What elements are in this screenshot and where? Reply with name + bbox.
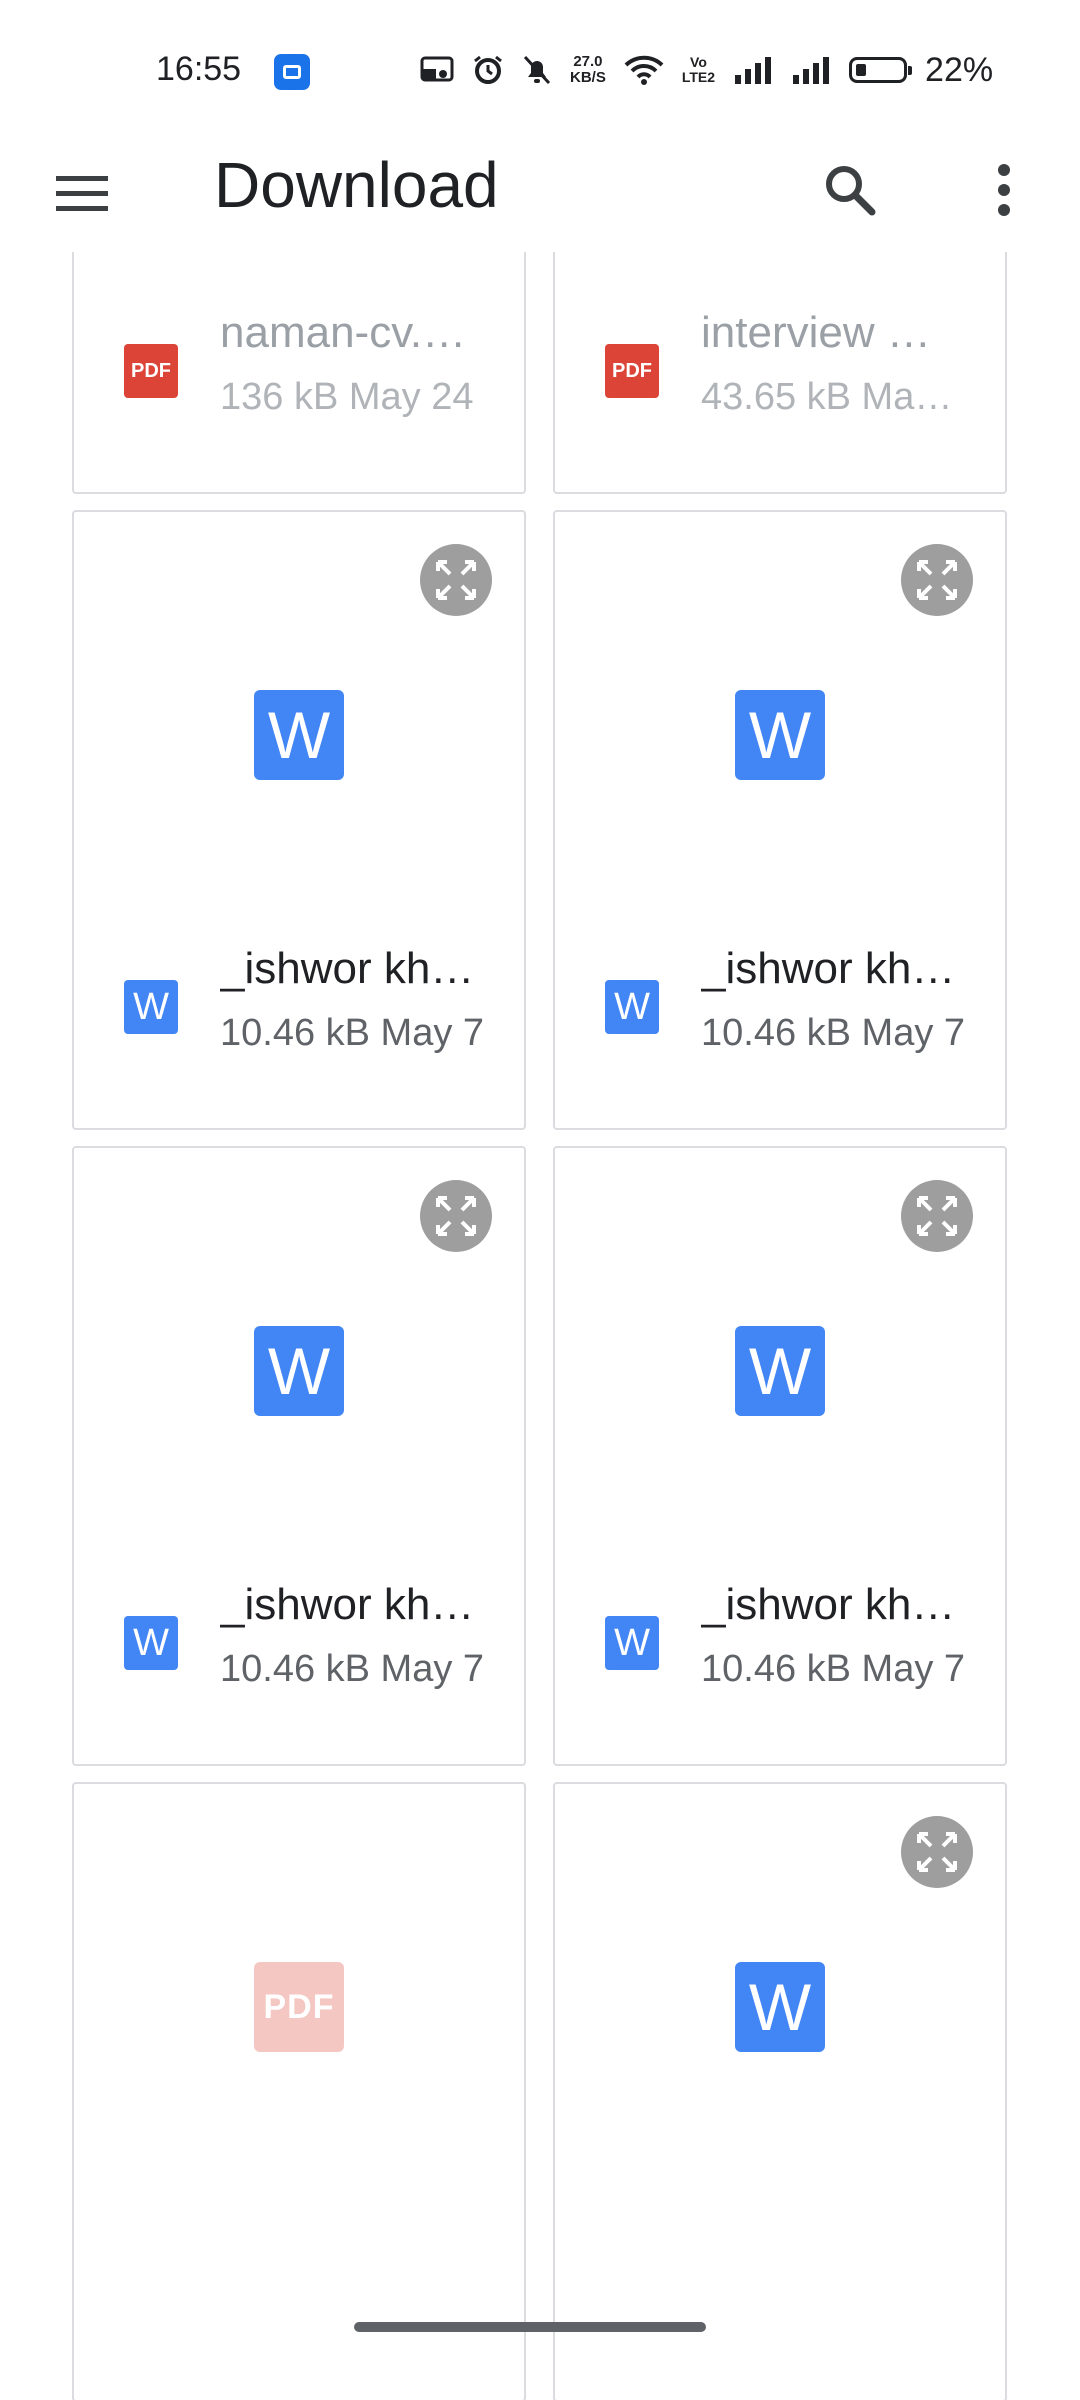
net-speed-unit: KB/S: [570, 69, 606, 86]
file-card[interactable]: PDFPDFinterview …43.65 kB Ma…: [553, 252, 1007, 494]
file-meta: 10.46 kB May 7: [220, 1012, 485, 1054]
search-button[interactable]: [808, 148, 892, 232]
fullscreen-icon: [436, 560, 476, 600]
fullscreen-icon: [917, 1196, 957, 1236]
word-file-icon: W: [605, 980, 659, 1034]
file-card[interactable]: W W _ishwor kh… 10.46 kB May 7: [72, 1146, 526, 1766]
file-name: _ishwor kh…: [701, 944, 956, 993]
battery-fill: [856, 64, 867, 76]
signal-icon: [793, 57, 830, 84]
file-grid[interactable]: PDFPDFnaman-cv.…136 kB May 24PDFPDFinter…: [0, 252, 1080, 2400]
expand-preview-button[interactable]: [420, 1180, 492, 1252]
page-title: Download: [214, 149, 499, 221]
menu-button[interactable]: [40, 152, 124, 236]
fullscreen-icon: [436, 1196, 476, 1236]
word-thumbnail-icon: W: [735, 690, 825, 780]
cast-icon: [420, 56, 454, 82]
file-meta: 10.46 kB May 7: [701, 1012, 966, 1054]
file-name: _ishwor kh…: [220, 1580, 475, 1629]
expand-preview-button[interactable]: [901, 1180, 973, 1252]
volte-top: Vo: [690, 54, 707, 70]
net-speed: 27.0 KB/S: [570, 54, 606, 86]
signal-icon: [735, 57, 772, 84]
word-file-icon: W: [124, 980, 178, 1034]
app-notification-icon: [274, 54, 310, 90]
file-meta: 10.46 kB May 7: [220, 1648, 485, 1690]
more-options-button[interactable]: [962, 148, 1046, 232]
menu-icon: [56, 176, 108, 211]
fullscreen-icon: [917, 1832, 957, 1872]
pdf-file-icon: PDF: [605, 344, 659, 398]
battery-icon: [849, 57, 913, 83]
file-name: _ishwor kh…: [220, 944, 475, 993]
pdf-file-icon: PDF: [124, 344, 178, 398]
expand-preview-button[interactable]: [420, 544, 492, 616]
wifi-icon: [624, 55, 664, 85]
status-time: 16:55: [156, 50, 242, 88]
file-meta: 43.65 kB Ma…: [701, 376, 953, 418]
expand-preview-button[interactable]: [901, 1816, 973, 1888]
word-thumbnail-icon: W: [735, 1326, 825, 1416]
alarm-icon: [474, 55, 502, 84]
net-speed-value: 27.0: [573, 53, 603, 70]
volte-bottom: LTE2: [681, 69, 716, 85]
word-thumbnail-icon: W: [254, 690, 344, 780]
file-card[interactable]: W W _ishwor kh… 10.46 kB May 7: [553, 510, 1007, 1130]
status-bar: 16:55 27.0 KB/S Vo LTE2 22%: [0, 0, 1080, 130]
volte-indicator: Vo LTE2: [682, 55, 715, 85]
expand-preview-button[interactable]: [901, 544, 973, 616]
status-icons: 27.0 KB/S Vo LTE2 22%: [420, 48, 993, 92]
file-card[interactable]: PDFPDFnaman-cv.…136 kB May 24: [72, 252, 526, 494]
battery-percent: 22%: [925, 50, 994, 89]
search-icon: [826, 166, 876, 216]
word-thumbnail-icon: W: [735, 1962, 825, 2052]
more-vert-icon: [998, 164, 1010, 216]
word-thumbnail-icon: W: [254, 1326, 344, 1416]
file-name: interview …: [701, 308, 931, 357]
file-meta: 10.46 kB May 7: [701, 1648, 966, 1690]
file-name: naman-cv.…: [220, 308, 467, 357]
word-file-icon: W: [124, 1616, 178, 1670]
file-meta: 136 kB May 24: [220, 376, 474, 418]
home-indicator[interactable]: [354, 2322, 706, 2332]
word-file-icon: W: [605, 1616, 659, 1670]
file-card[interactable]: W W _ishwor kh… 10.46 kB May 7: [72, 510, 526, 1130]
fullscreen-icon: [917, 560, 957, 600]
pdf-thumbnail-icon: PDF: [254, 1962, 344, 2052]
file-name: _ishwor kh…: [701, 1580, 956, 1629]
mute-icon: [523, 55, 551, 85]
app-bar: Download: [0, 130, 1080, 252]
file-card[interactable]: W: [553, 1782, 1007, 2400]
file-card[interactable]: PDF: [72, 1782, 526, 2400]
file-card[interactable]: W W _ishwor kh… 10.46 kB May 7: [553, 1146, 1007, 1766]
